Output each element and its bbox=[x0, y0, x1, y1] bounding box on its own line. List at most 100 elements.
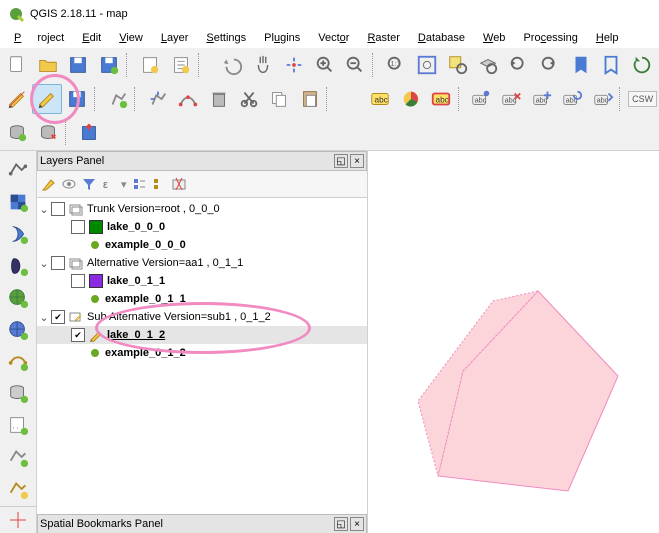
delete-selected-button[interactable] bbox=[204, 84, 233, 114]
zoom-full-button[interactable] bbox=[412, 50, 442, 80]
expand-toggle[interactable]: ⌄ bbox=[37, 203, 51, 216]
svg-text:ε: ε bbox=[103, 179, 108, 191]
filter-legend-icon[interactable] bbox=[81, 176, 97, 192]
new-shapefile-button[interactable] bbox=[3, 474, 33, 504]
expand-toggle[interactable]: ⌄ bbox=[37, 311, 51, 324]
status-crosshair bbox=[0, 506, 36, 533]
add-spatialite-button[interactable] bbox=[3, 219, 33, 249]
bookmarks-panel-undock-button[interactable]: ◱ bbox=[334, 517, 348, 531]
add-vector-layer-button[interactable] bbox=[3, 155, 33, 185]
remove-layer-icon[interactable] bbox=[171, 176, 187, 192]
expand-toggle[interactable]: ⌄ bbox=[37, 257, 51, 270]
refresh-button[interactable] bbox=[627, 50, 657, 80]
zoom-selection-button[interactable] bbox=[443, 50, 473, 80]
zoom-last-button[interactable] bbox=[504, 50, 534, 80]
copy-button[interactable] bbox=[265, 84, 294, 114]
tree-layer[interactable]: lake_0_1_1 bbox=[37, 272, 367, 290]
visibility-checkbox[interactable] bbox=[51, 256, 65, 270]
save-edits-button[interactable] bbox=[63, 84, 92, 114]
current-edits-button[interactable] bbox=[2, 84, 31, 114]
visibility-checkbox[interactable] bbox=[71, 274, 85, 288]
manage-visibility-icon[interactable] bbox=[61, 176, 77, 192]
tree-group[interactable]: ⌄ Trunk Version=root , 0_0_0 bbox=[37, 200, 367, 218]
paste-button[interactable] bbox=[295, 84, 324, 114]
add-raster-layer-button[interactable] bbox=[3, 187, 33, 217]
new-project-button[interactable] bbox=[2, 50, 32, 80]
undo-button[interactable] bbox=[217, 50, 247, 80]
tree-layer[interactable]: example_0_1_2 bbox=[37, 344, 367, 362]
bookmarks-panel-close-button[interactable]: × bbox=[350, 517, 364, 531]
add-wms-button[interactable] bbox=[3, 283, 33, 313]
menu-edit[interactable]: Edit bbox=[74, 30, 109, 46]
layers-tree[interactable]: ⌄ Trunk Version=root , 0_0_0 lake_0_0_0 … bbox=[37, 198, 367, 514]
menu-raster[interactable]: Raster bbox=[359, 30, 407, 46]
zoom-native-button[interactable]: 1:1 bbox=[381, 50, 411, 80]
menu-project[interactable]: Project bbox=[6, 30, 72, 46]
menu-processing[interactable]: Processing bbox=[515, 30, 585, 46]
save-as-button[interactable] bbox=[94, 50, 124, 80]
map-canvas[interactable] bbox=[368, 151, 659, 533]
menu-vector[interactable]: Vector bbox=[310, 30, 357, 46]
add-mssql-button[interactable] bbox=[3, 378, 33, 408]
move-feature-button[interactable] bbox=[143, 84, 172, 114]
add-wcs-button[interactable] bbox=[3, 315, 33, 345]
menu-database[interactable]: Database bbox=[410, 30, 473, 46]
menu-layer[interactable]: Layer bbox=[153, 30, 197, 46]
zoom-out-button[interactable] bbox=[340, 50, 370, 80]
move-label-button[interactable]: abc bbox=[527, 84, 556, 114]
add-postgis-button[interactable] bbox=[3, 251, 33, 281]
open-project-button[interactable] bbox=[33, 50, 63, 80]
pin-label-button[interactable]: abc bbox=[466, 84, 495, 114]
highlight-label-button[interactable]: abc bbox=[426, 84, 455, 114]
csw-button[interactable]: CSW bbox=[628, 91, 657, 107]
menu-help[interactable]: Help bbox=[588, 30, 627, 46]
zoom-next-button[interactable] bbox=[535, 50, 565, 80]
composer-manager-button[interactable] bbox=[166, 50, 196, 80]
pan-button[interactable] bbox=[248, 50, 278, 80]
new-bookmark-button[interactable] bbox=[566, 50, 596, 80]
pan-to-selection-button[interactable] bbox=[279, 50, 309, 80]
save-project-button[interactable] bbox=[64, 50, 94, 80]
tree-layer[interactable]: example_0_0_0 bbox=[37, 236, 367, 254]
show-hide-label-button[interactable]: abc bbox=[497, 84, 526, 114]
tree-layer[interactable]: example_0_1_1 bbox=[37, 290, 367, 308]
visibility-checkbox[interactable] bbox=[51, 310, 65, 324]
versioning-commit-button[interactable] bbox=[74, 118, 104, 148]
add-feature-button[interactable] bbox=[103, 84, 132, 114]
add-wfs-button[interactable] bbox=[3, 347, 33, 377]
zoom-in-button[interactable] bbox=[310, 50, 340, 80]
tree-layer[interactable]: lake_0_0_0 bbox=[37, 218, 367, 236]
expression-filter-icon[interactable]: ε bbox=[101, 176, 117, 192]
layers-panel-close-button[interactable]: × bbox=[350, 154, 364, 168]
group-label: Trunk Version=root , 0_0_0 bbox=[87, 203, 220, 215]
versioning-db-button[interactable] bbox=[2, 118, 32, 148]
cut-button[interactable] bbox=[234, 84, 263, 114]
group-icon bbox=[69, 202, 83, 216]
visibility-checkbox[interactable] bbox=[51, 202, 65, 216]
label-tool-button[interactable]: abc bbox=[365, 84, 394, 114]
add-delimited-button[interactable]: , , bbox=[3, 410, 33, 440]
change-label-button[interactable]: abc bbox=[588, 84, 617, 114]
menu-settings[interactable]: Settings bbox=[198, 30, 254, 46]
versioning-branch-button[interactable] bbox=[33, 118, 63, 148]
tree-group[interactable]: ⌄ Sub Alternative Version=sub1 , 0_1_2 bbox=[37, 308, 367, 326]
rotate-label-button[interactable]: abc bbox=[558, 84, 587, 114]
style-preset-icon[interactable] bbox=[41, 176, 57, 192]
pie-chart-button[interactable] bbox=[396, 84, 425, 114]
menu-view[interactable]: View bbox=[111, 30, 151, 46]
tree-group[interactable]: ⌄ Alternative Version=aa1 , 0_1_1 bbox=[37, 254, 367, 272]
visibility-checkbox[interactable] bbox=[71, 220, 85, 234]
collapse-all-icon[interactable] bbox=[151, 176, 167, 192]
zoom-layer-button[interactable] bbox=[474, 50, 504, 80]
toggle-editing-button[interactable] bbox=[32, 84, 61, 114]
tree-layer[interactable]: lake_0_1_2 bbox=[37, 326, 367, 344]
expand-all-icon[interactable] bbox=[131, 176, 147, 192]
visibility-checkbox[interactable] bbox=[71, 328, 85, 342]
print-composer-button[interactable] bbox=[135, 50, 165, 80]
add-virtual-layer-button[interactable] bbox=[3, 442, 33, 472]
menu-plugins[interactable]: Plugins bbox=[256, 30, 308, 46]
show-bookmarks-button[interactable] bbox=[597, 50, 627, 80]
layers-panel-undock-button[interactable]: ◱ bbox=[334, 154, 348, 168]
node-tool-button[interactable] bbox=[174, 84, 203, 114]
menu-web[interactable]: Web bbox=[475, 30, 513, 46]
